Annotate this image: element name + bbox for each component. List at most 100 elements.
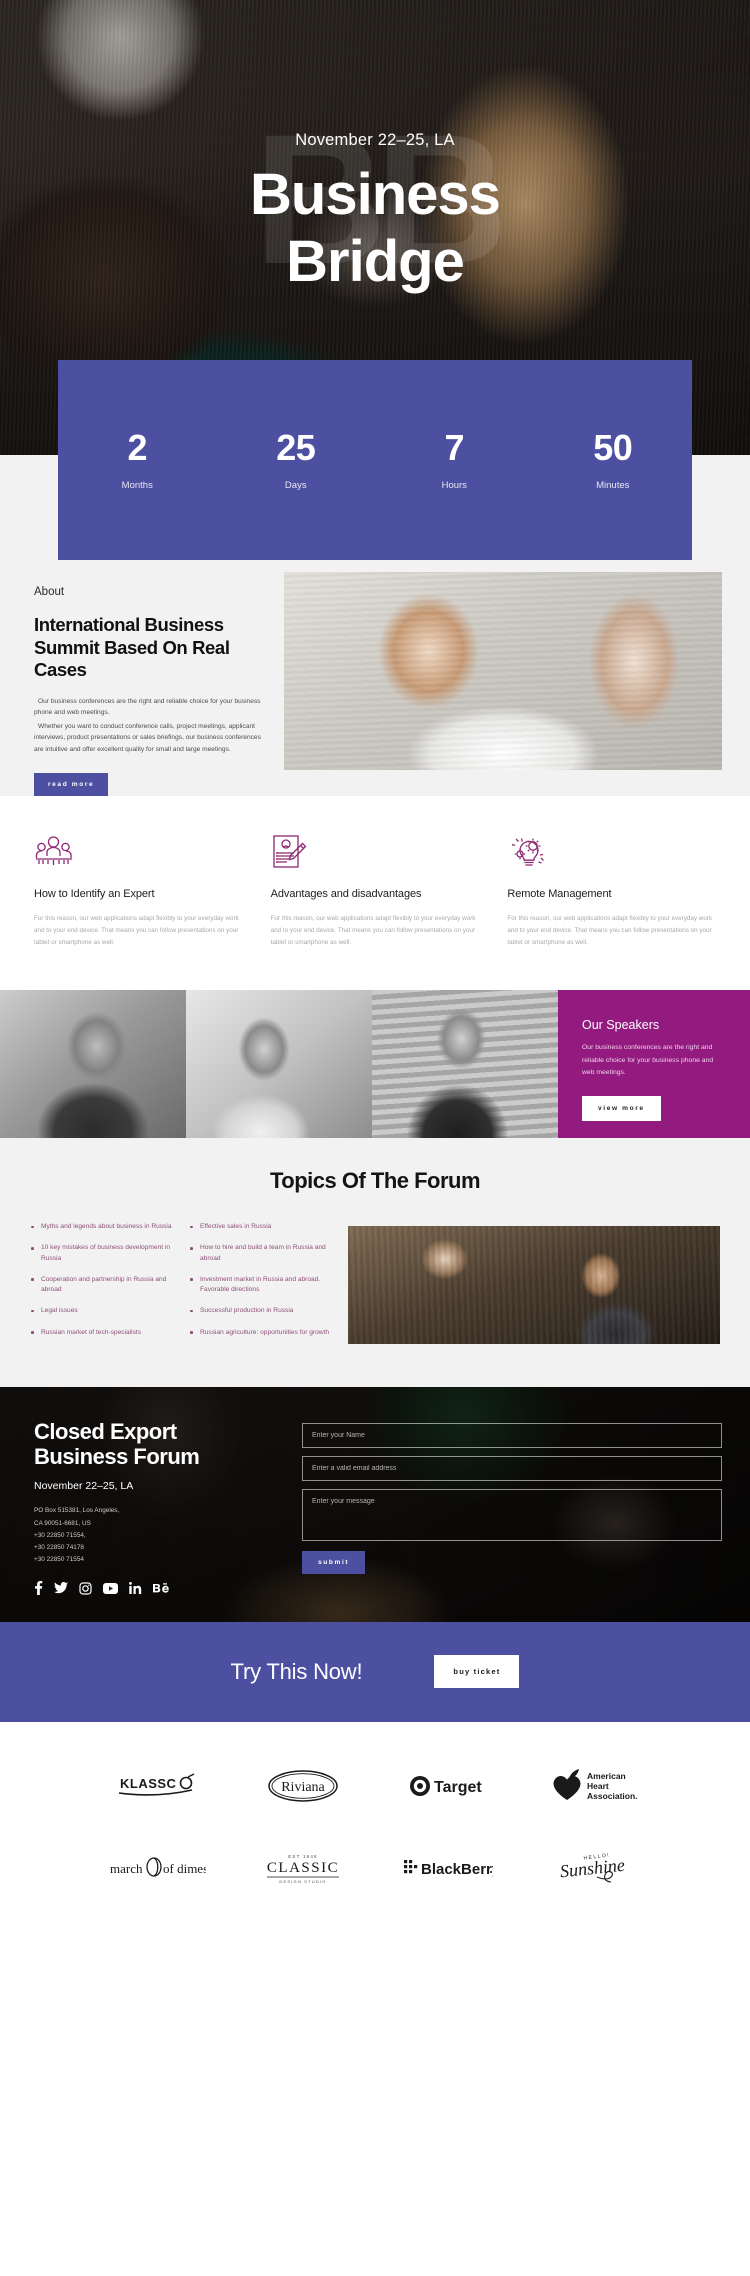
topic-item: Russian agriculture: opportunities for g… xyxy=(189,1328,334,1338)
target-logo: Target xyxy=(375,1760,520,1812)
features-section: How to Identify an Expert For this reaso… xyxy=(0,796,750,991)
lightbulb-gear-icon xyxy=(507,834,722,872)
sunshine-logo: HELLO! Sunshine xyxy=(520,1842,665,1894)
topic-item: Cooperation and partnership in Russia an… xyxy=(30,1275,175,1295)
svg-text:Association.: Association. xyxy=(587,1791,638,1801)
speaker-photo-2 xyxy=(186,990,372,1139)
document-pen-icon xyxy=(271,834,486,872)
phone-line: +30 22850 74178 xyxy=(34,1543,84,1551)
contact-heading-line-1: Closed Export xyxy=(34,1418,177,1444)
topic-item: Successful production in Russia xyxy=(189,1306,334,1316)
partner-logos-row-2: march of dimes EST 1948 CLASSIC DESIGN S… xyxy=(0,1842,750,1894)
hero-date-location: November 22–25, LA xyxy=(295,131,455,149)
svg-text:Target: Target xyxy=(434,1779,482,1796)
facebook-icon[interactable] xyxy=(34,1581,43,1596)
view-more-button[interactable]: view more xyxy=(582,1095,661,1121)
blackberry-logo: BlackBerry xyxy=(375,1842,520,1894)
speaker-photo-3 xyxy=(372,990,558,1139)
buy-ticket-button[interactable]: buy ticket xyxy=(434,1655,520,1689)
countdown-cell-days: 25 Days xyxy=(217,426,376,491)
countdown-panel: 2 Months 25 Days 7 Hours 50 Minutes xyxy=(58,360,692,560)
svg-text:CLASSIC: CLASSIC xyxy=(266,1860,338,1876)
instagram-icon[interactable] xyxy=(79,1582,92,1595)
svg-text:Heart: Heart xyxy=(587,1781,609,1791)
svg-text:American: American xyxy=(587,1771,626,1781)
american-heart-association-logo: American Heart Association. xyxy=(520,1760,665,1812)
contact-address: PO Box 515381, Los Angeles, CA 90051-668… xyxy=(34,1505,284,1566)
twitter-icon[interactable] xyxy=(54,1582,68,1594)
topics-section: Topics Of The Forum Myths and legends ab… xyxy=(0,1138,750,1387)
svg-text:DESIGN STUDIO: DESIGN STUDIO xyxy=(279,1879,326,1884)
about-paragraph-2: Whether you want to conduct conference c… xyxy=(34,722,261,753)
cta-heading: Try This Now! xyxy=(230,1658,363,1684)
topic-item: 10 key mistakes of business development … xyxy=(30,1243,175,1263)
countdown-section: 2 Months 25 Days 7 Hours 50 Minutes xyxy=(0,360,750,560)
submit-button[interactable]: submit xyxy=(302,1550,366,1574)
phone-line: +30 22850 71554, xyxy=(34,1531,86,1539)
feature-body-1: For this reason, our web applications ad… xyxy=(34,915,239,946)
countdown-cell-months: 2 Months xyxy=(58,426,217,491)
hero-title-line-2: Bridge xyxy=(286,229,465,294)
topics-column-2: Effective sales in Russia How to hire an… xyxy=(189,1222,334,1349)
speakers-panel: Our Speakers Our business conferences ar… xyxy=(558,990,750,1139)
speakers-body: Our business conferences are the right a… xyxy=(582,1044,714,1077)
cta-section: Try This Now! buy ticket xyxy=(0,1621,750,1722)
name-field[interactable] xyxy=(302,1422,722,1448)
email-field[interactable] xyxy=(302,1455,722,1481)
about-kicker: About xyxy=(34,586,65,598)
countdown-label-minutes: Minutes xyxy=(596,479,630,491)
about-text-column: About International Business Summit Base… xyxy=(34,560,284,797)
svg-text:Sunshine: Sunshine xyxy=(559,1854,626,1881)
about-body: Our business conferences are the right a… xyxy=(34,696,270,756)
social-links xyxy=(34,1581,284,1596)
address-line: PO Box 515381, Los Angeles, xyxy=(34,1507,120,1515)
march-of-dimes-logo: march of dimes xyxy=(85,1842,230,1894)
countdown-label-days: Days xyxy=(284,479,307,491)
page-title: Business Bridge xyxy=(0,166,750,291)
svg-text:march: march xyxy=(110,1861,143,1876)
topics-heading: Topics Of The Forum xyxy=(269,1168,481,1194)
feature-body-2: For this reason, our web applications ad… xyxy=(270,915,476,946)
topic-item: Investment market in Russia and abroad. … xyxy=(189,1275,334,1295)
about-heading: International Business Summit Based On R… xyxy=(34,614,230,681)
topic-item: Legal issues xyxy=(30,1306,175,1316)
feature-card-advantages: Advantages and disadvantages For this re… xyxy=(271,834,486,948)
group-of-people-icon xyxy=(34,834,249,872)
countdown-cell-minutes: 50 Minutes xyxy=(534,426,693,491)
partner-logos-row-1: KLASSC Riviana Target American Heart Ass… xyxy=(0,1760,750,1812)
countdown-value-minutes: 50 xyxy=(593,426,633,468)
linkedin-icon[interactable] xyxy=(129,1582,142,1595)
about-photo xyxy=(284,572,722,770)
about-section: About International Business Summit Base… xyxy=(0,560,750,797)
speakers-heading: Our Speakers xyxy=(582,1018,660,1033)
feature-title-1: How to Identify an Expert xyxy=(34,888,155,901)
phone-line: +30 22850 71554 xyxy=(34,1556,84,1564)
topic-item: Russian market of tech-specialists xyxy=(30,1328,175,1338)
countdown-label-hours: Hours xyxy=(441,479,467,491)
countdown-value-days: 25 xyxy=(276,426,316,468)
svg-text:BlackBerry: BlackBerry xyxy=(421,1861,493,1878)
countdown-label-months: Months xyxy=(121,479,153,491)
youtube-icon[interactable] xyxy=(103,1582,118,1594)
about-paragraph-1: Our business conferences are the right a… xyxy=(34,697,261,717)
contact-date: November 22–25, LA xyxy=(34,1480,134,1493)
svg-text:KLASSC: KLASSC xyxy=(120,1776,177,1791)
topic-item: Effective sales in Russia xyxy=(189,1222,334,1232)
svg-text:Riviana: Riviana xyxy=(281,1780,325,1795)
read-more-button[interactable]: read more xyxy=(34,773,109,797)
partner-logos-section: KLASSC Riviana Target American Heart Ass… xyxy=(0,1721,750,1938)
countdown-value-months: 2 xyxy=(127,426,148,468)
about-image-column xyxy=(284,560,750,770)
contact-section: Closed Export Business Forum November 22… xyxy=(0,1386,750,1622)
topic-item: Myths and legends about business in Russ… xyxy=(30,1222,175,1232)
topics-photo xyxy=(348,1226,720,1345)
speakers-section: Our Speakers Our business conferences ar… xyxy=(0,990,750,1139)
feature-title-3: Remote Management xyxy=(507,888,612,901)
contact-info-column: Closed Export Business Forum November 22… xyxy=(34,1418,284,1596)
feature-title-2: Advantages and disadvantages xyxy=(270,888,422,901)
message-field[interactable] xyxy=(302,1488,722,1541)
feature-card-remote-management: Remote Management For this reason, our w… xyxy=(507,834,722,948)
hero-title-line-1: Business xyxy=(250,162,501,227)
landing-page: BB November 22–25, LA Business Bridge 2 … xyxy=(0,0,750,1938)
behance-icon[interactable] xyxy=(153,1583,169,1594)
